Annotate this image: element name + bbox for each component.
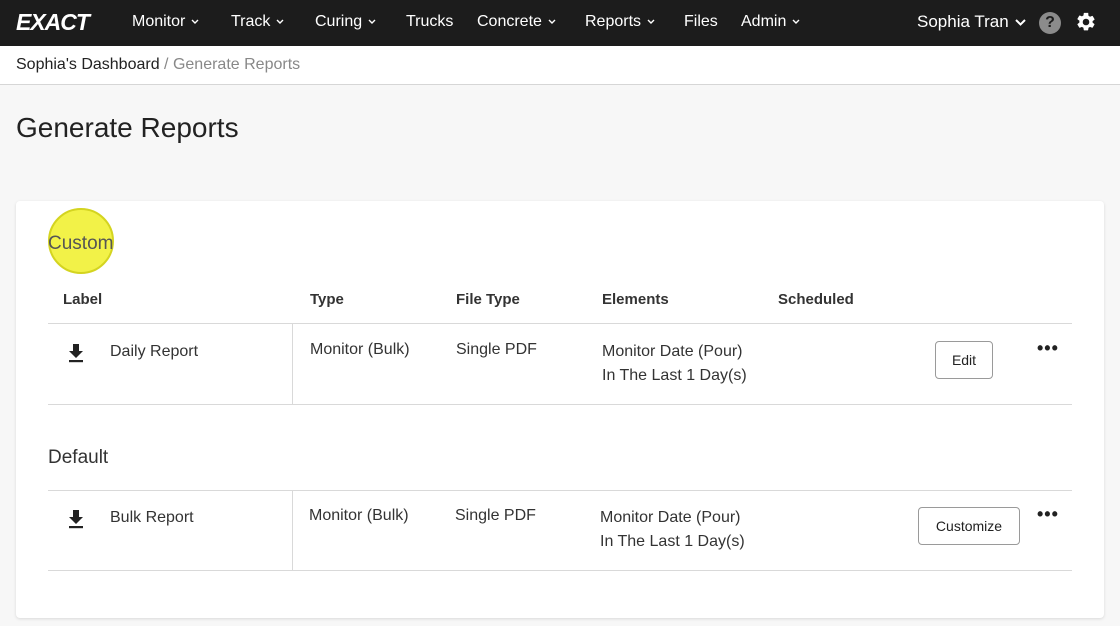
report-file-type: Single PDF bbox=[456, 341, 537, 358]
user-menu[interactable]: Sophia Tran bbox=[917, 12, 1026, 32]
nav-item-label: Trucks bbox=[406, 13, 454, 30]
reports-card bbox=[16, 201, 1104, 618]
report-elements-line: Monitor Date (Pour) bbox=[600, 509, 741, 526]
default-section-title: Default bbox=[48, 447, 109, 468]
column-header-type: Type bbox=[310, 291, 344, 308]
gear-icon[interactable] bbox=[1075, 11, 1097, 33]
chevron-down-icon bbox=[548, 19, 556, 24]
table-divider bbox=[48, 404, 1072, 405]
nav-item-label: Curing bbox=[315, 13, 363, 30]
nav-item-monitor[interactable]: Monitor bbox=[132, 13, 199, 31]
column-divider bbox=[292, 491, 293, 571]
download-icon[interactable] bbox=[67, 343, 85, 363]
nav-item-label: Monitor bbox=[132, 13, 186, 30]
download-icon[interactable] bbox=[67, 509, 85, 529]
report-elements: Monitor Date (Pour) In The Last 1 Day(s) bbox=[600, 506, 745, 554]
customize-button[interactable]: Customize bbox=[918, 507, 1020, 545]
chevron-down-icon bbox=[647, 19, 655, 24]
chevron-down-icon bbox=[792, 19, 800, 24]
custom-section-title: Custom bbox=[48, 233, 114, 254]
chevron-down-icon bbox=[368, 19, 376, 24]
breadcrumb-bar: Sophia's Dashboard / Generate Reports bbox=[0, 46, 1120, 85]
chevron-down-icon bbox=[191, 19, 199, 24]
nav-item-label: Concrete bbox=[477, 13, 542, 30]
edit-button[interactable]: Edit bbox=[935, 341, 993, 379]
user-name: Sophia Tran bbox=[917, 12, 1009, 31]
help-icon[interactable]: ? bbox=[1039, 12, 1061, 34]
nav-item-files[interactable]: Files bbox=[684, 13, 718, 31]
more-options-icon[interactable]: ••• bbox=[1037, 504, 1059, 525]
column-divider bbox=[292, 324, 293, 404]
report-label: Daily Report bbox=[110, 343, 199, 360]
nav-item-label: Files bbox=[684, 13, 718, 30]
table-divider bbox=[48, 490, 1072, 491]
nav-item-label: Admin bbox=[741, 13, 787, 30]
table-divider bbox=[48, 323, 1072, 324]
report-elements-line: Monitor Date (Pour) bbox=[602, 343, 743, 360]
column-header-elements: Elements bbox=[602, 291, 669, 308]
exact-logo[interactable]: EXACT bbox=[16, 9, 90, 36]
breadcrumb-current: Generate Reports bbox=[172, 56, 301, 73]
report-type: Monitor (Bulk) bbox=[309, 507, 409, 524]
report-elements: Monitor Date (Pour) In The Last 1 Day(s) bbox=[602, 340, 747, 388]
column-header-file-type: File Type bbox=[456, 291, 520, 308]
report-label: Bulk Report bbox=[110, 509, 194, 526]
breadcrumb-dashboard-link[interactable]: Sophia's Dashboard bbox=[16, 56, 160, 73]
nav-item-label: Reports bbox=[585, 13, 642, 30]
report-elements-line: In The Last 1 Day(s) bbox=[602, 367, 747, 384]
report-elements-line: In The Last 1 Day(s) bbox=[600, 533, 745, 550]
page-title: Generate Reports bbox=[16, 112, 239, 143]
chevron-down-icon bbox=[1014, 19, 1026, 26]
breadcrumb: Sophia's Dashboard / Generate Reports bbox=[16, 56, 300, 74]
report-type: Monitor (Bulk) bbox=[310, 341, 410, 358]
top-navigation-bar: EXACT Monitor Track Curing Trucks Concre… bbox=[0, 0, 1120, 46]
nav-item-label: Track bbox=[231, 13, 271, 30]
chevron-down-icon bbox=[276, 19, 284, 24]
table-divider bbox=[48, 570, 1072, 571]
nav-item-admin[interactable]: Admin bbox=[741, 13, 800, 31]
breadcrumb-separator: / bbox=[164, 56, 169, 73]
more-options-icon[interactable]: ••• bbox=[1037, 338, 1059, 359]
nav-item-trucks[interactable]: Trucks bbox=[406, 13, 453, 31]
nav-item-concrete[interactable]: Concrete bbox=[477, 13, 556, 31]
nav-item-reports[interactable]: Reports bbox=[585, 13, 655, 31]
column-header-scheduled: Scheduled bbox=[778, 291, 854, 308]
nav-item-curing[interactable]: Curing bbox=[315, 13, 376, 31]
column-header-label: Label bbox=[63, 291, 103, 308]
nav-item-track[interactable]: Track bbox=[231, 13, 284, 31]
report-file-type: Single PDF bbox=[455, 507, 536, 524]
